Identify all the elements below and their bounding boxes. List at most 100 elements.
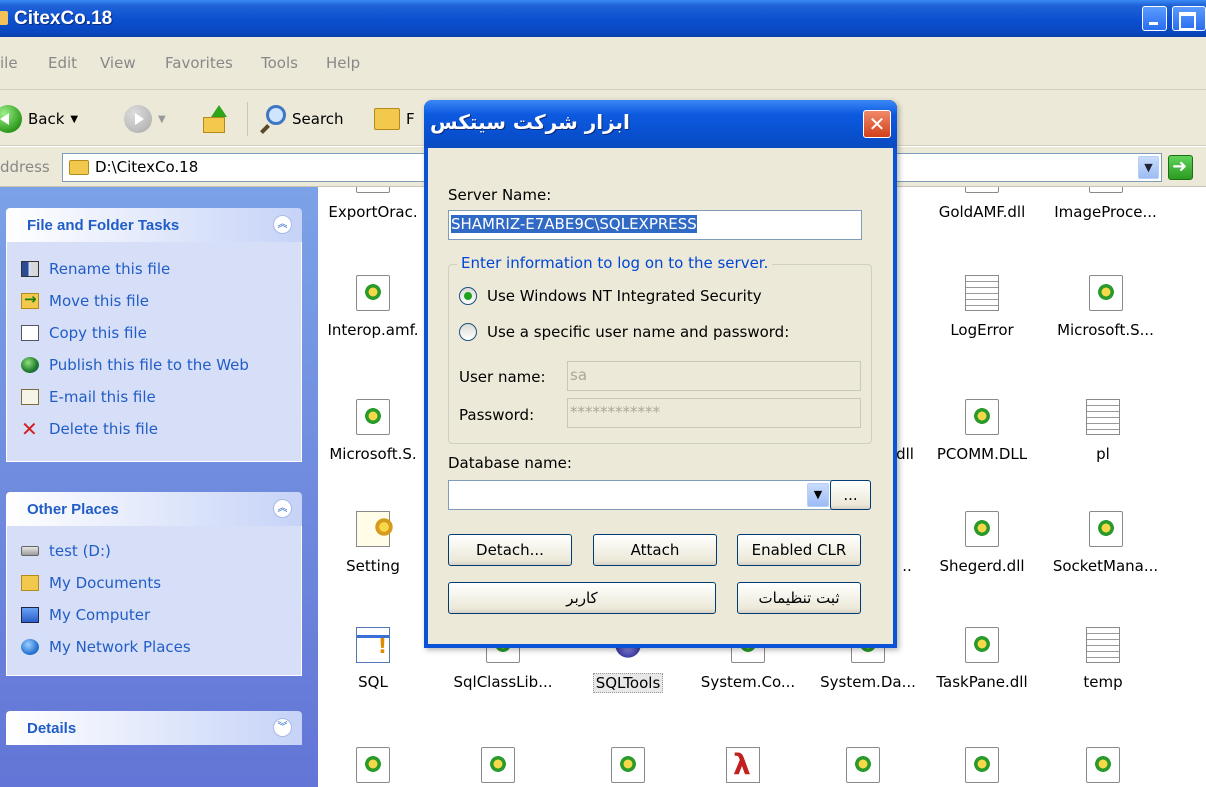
task-publish[interactable]: Publish this file to the Web (21, 356, 249, 374)
file-item[interactable]: Setting (318, 511, 428, 575)
server-name-label: Server Name: (448, 186, 552, 204)
task-label: Move this file (49, 292, 149, 310)
search-button[interactable]: Search (258, 104, 344, 134)
folders-icon (374, 108, 400, 130)
dialog-close-button[interactable]: ✕ (863, 110, 891, 138)
menu-favorites[interactable]: Favorites (165, 54, 233, 72)
task-email[interactable]: E-mail this file (21, 388, 156, 406)
menu-edit[interactable]: Edit (48, 54, 77, 72)
expand-chevron-icon[interactable]: ︾ (273, 718, 292, 737)
file-item[interactable]: PCOMM.DLL (927, 399, 1037, 463)
place-my-computer[interactable]: My Computer (21, 606, 150, 624)
dll-file-icon (965, 627, 999, 663)
file-item[interactable] (573, 747, 683, 783)
address-value: D:\CitexCo.18 (95, 158, 199, 176)
go-button[interactable] (1168, 155, 1193, 180)
sql-auth-label: Use a specific user name and password: (487, 323, 790, 341)
email-icon (21, 389, 39, 405)
chevron-down-icon[interactable]: ▼ (807, 483, 829, 507)
file-name: PCOMM.DLL (936, 445, 1028, 463)
user-button[interactable]: کاربر (448, 582, 716, 614)
other-places-body: test (D:) My Documents My Computer My Ne… (6, 526, 302, 676)
file-folder-tasks-header[interactable]: File and Folder Tasks ︽ (6, 208, 302, 242)
sql-auth-radio[interactable]: Use a specific user name and password: (459, 323, 789, 341)
file-item[interactable] (443, 747, 553, 783)
file-item[interactable]: TaskPane.dll (927, 627, 1037, 691)
window-title-bar: CitexCo.18 (0, 0, 1206, 37)
file-item[interactable]: Microsoft.S. (318, 399, 428, 463)
menu-help[interactable]: Help (326, 54, 360, 72)
file-item[interactable]: LogError (927, 275, 1037, 339)
menu-tools[interactable]: Tools (261, 54, 298, 72)
file-item[interactable]: GoldAMF.dll (927, 187, 1037, 221)
file-item[interactable]: ExportOrac. (318, 187, 428, 221)
file-item[interactable] (808, 747, 918, 783)
task-delete[interactable]: Delete this file (21, 417, 158, 441)
database-name-label: Database name: (448, 454, 572, 472)
file-item[interactable]: SocketMana... (1043, 511, 1168, 575)
dialog-title-bar[interactable]: ابزار شرکت سیتکس ✕ (424, 100, 897, 148)
windows-auth-radio[interactable]: Use Windows NT Integrated Security (459, 287, 762, 305)
browse-database-button[interactable]: ... (830, 480, 871, 510)
task-copy[interactable]: Copy this file (21, 324, 147, 342)
collapse-chevron-icon[interactable]: ︽ (273, 499, 292, 518)
move-icon (21, 290, 39, 309)
file-item[interactable] (927, 747, 1037, 783)
folder-icon (69, 160, 89, 175)
file-name: SQLTools (592, 673, 664, 693)
file-folder-tasks-title: File and Folder Tasks (27, 217, 180, 234)
file-item[interactable]: Shegerd.dll (927, 511, 1037, 575)
folders-button[interactable]: F (374, 104, 415, 134)
enable-clr-button[interactable]: Enabled CLR (737, 534, 861, 566)
up-folder-button[interactable] (203, 104, 229, 134)
detach-button[interactable]: Detach... (448, 534, 572, 566)
copy-icon (21, 325, 39, 341)
details-header[interactable]: Details ︾ (6, 711, 302, 745)
other-places-header[interactable]: Other Places ︽ (6, 492, 302, 526)
back-dropdown-icon[interactable]: ▼ (70, 114, 78, 125)
file-name: SocketMana... (1052, 557, 1159, 575)
file-item[interactable]: SQL (318, 627, 428, 691)
task-label: Rename this file (49, 260, 171, 278)
file-item[interactable] (318, 747, 428, 783)
windows-auth-label: Use Windows NT Integrated Security (487, 287, 762, 305)
maximize-button[interactable] (1172, 6, 1206, 31)
menu-file[interactable]: ile (0, 54, 18, 72)
file-name: Shegerd.dll (939, 557, 1025, 575)
menu-view[interactable]: View (100, 54, 136, 72)
file-item[interactable] (1048, 747, 1158, 783)
save-settings-button[interactable]: ثبت تنظیمات (737, 582, 861, 614)
file-item[interactable]: Microsoft.S... (1043, 275, 1168, 339)
folder-app-icon (0, 11, 8, 25)
place-my-documents[interactable]: My Documents (21, 574, 161, 592)
attach-button[interactable]: Attach (593, 534, 717, 566)
details-title: Details (27, 720, 77, 737)
menu-bar: ile Edit View Favorites Tools Help (0, 37, 1206, 90)
forward-button[interactable]: ▼ (124, 104, 166, 134)
minimize-button[interactable] (1142, 6, 1167, 31)
window-title: CitexCo.18 (14, 8, 113, 29)
address-dropdown-button[interactable]: ▼ (1138, 156, 1159, 179)
place-network[interactable]: My Network Places (21, 638, 191, 656)
collapse-chevron-icon[interactable]: ︽ (273, 215, 292, 234)
back-button[interactable]: Back ▼ (0, 104, 78, 134)
text-file-icon (965, 275, 999, 311)
password-input[interactable]: ************ (567, 398, 861, 428)
server-name-input[interactable]: SHAMRIZ-E7ABE9C\SQLEXPRESS (448, 210, 862, 240)
file-name: ExportOrac. (328, 203, 418, 221)
file-name: Microsoft.S... (1057, 321, 1154, 339)
forward-dropdown-icon[interactable]: ▼ (158, 114, 166, 125)
rename-icon (21, 261, 39, 277)
dll-file-icon (356, 187, 390, 193)
database-name-combo[interactable]: ▼ (448, 480, 832, 510)
place-drive[interactable]: test (D:) (21, 542, 111, 560)
file-item[interactable]: ImageProce... (1043, 187, 1168, 221)
file-item[interactable]: pl (1048, 399, 1158, 463)
task-move[interactable]: Move this file (21, 290, 149, 310)
task-rename[interactable]: Rename this file (21, 260, 170, 278)
file-item[interactable]: temp (1048, 627, 1158, 691)
file-item[interactable]: Interop.amf. (318, 275, 428, 339)
file-item[interactable] (688, 747, 798, 783)
user-name-input[interactable]: sa (567, 361, 861, 391)
dll-file-icon (1088, 275, 1123, 311)
